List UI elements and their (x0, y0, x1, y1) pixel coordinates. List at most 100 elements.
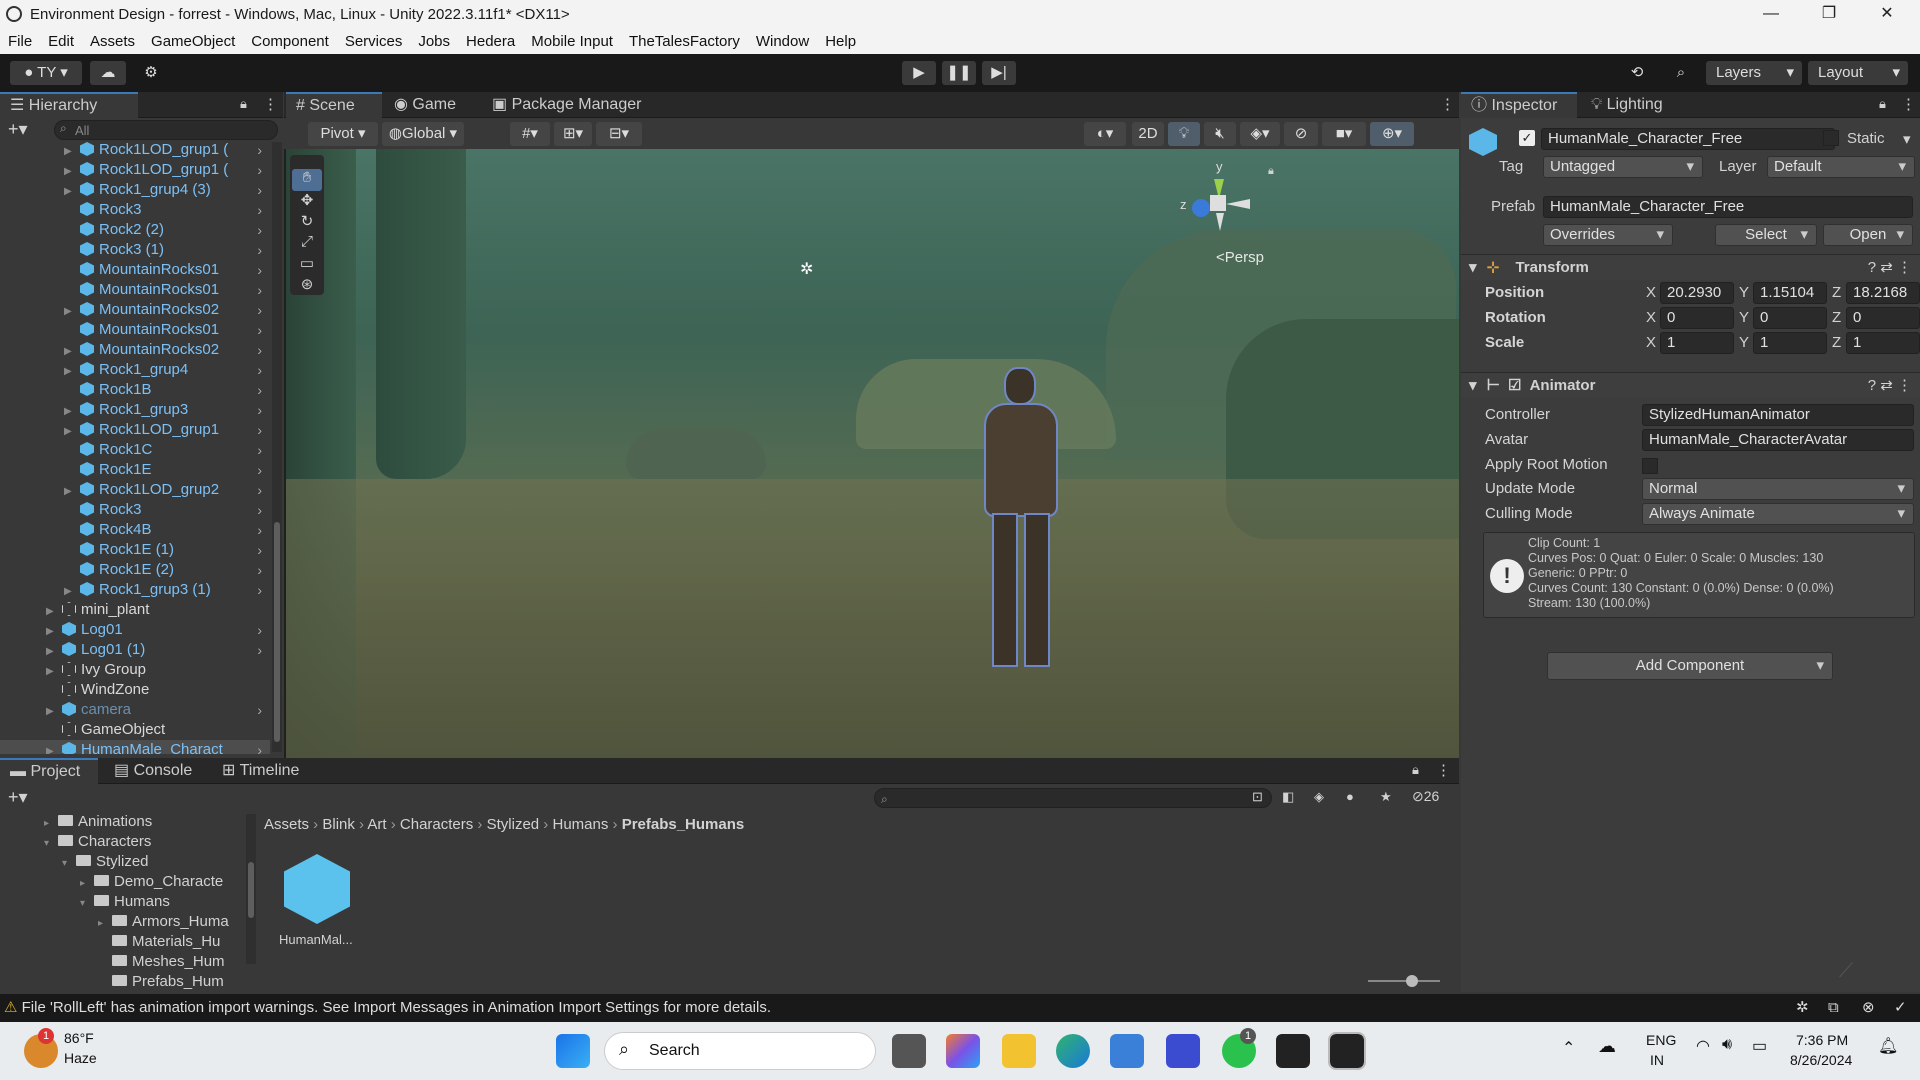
hierarchy-item[interactable]: ▶ Rock1_grup3 › (0, 400, 270, 420)
hand-tool[interactable]: ✋︎ (292, 169, 322, 191)
store-icon[interactable] (1110, 1034, 1144, 1068)
axis-z-label[interactable]: Z (1832, 284, 1841, 301)
expand-arrow-icon[interactable]: ▶ (64, 422, 74, 440)
chevron-right-icon[interactable]: › (257, 320, 262, 340)
vs-code-icon[interactable] (1166, 1034, 1200, 1068)
asset-label[interactable]: HumanMal... (279, 932, 353, 947)
lighting-toggle[interactable]: 💡︎ (1168, 122, 1200, 146)
hierarchy-item[interactable]: ▶ camera › (0, 700, 270, 720)
close-button[interactable]: ✕ (1858, 0, 1916, 28)
root-motion-checkbox[interactable] (1642, 458, 1658, 474)
expand-arrow-icon[interactable]: ▶ (46, 602, 56, 620)
tab-inspector[interactable]: ⓘ Inspector (1461, 92, 1577, 118)
static-checkbox[interactable] (1823, 130, 1839, 146)
menu-talesfactory[interactable]: TheTalesFactory (621, 33, 748, 50)
hierarchy-item[interactable]: Rock3 › (0, 500, 270, 520)
expand-arrow-icon[interactable]: ▸ (80, 874, 90, 892)
transform-position-x-field[interactable]: 20.2930 (1660, 282, 1734, 304)
scene-viewport[interactable]: ✋︎ ✥ ↻ ⤢ ▭ ⊛ ✲ y z 🔒︎ <Persp (286, 149, 1459, 760)
menu-edit[interactable]: Edit (40, 33, 82, 50)
menu-hedera[interactable]: Hedera (458, 33, 523, 50)
object-name-field[interactable]: HumanMale_Character_Free (1541, 128, 1835, 150)
breadcrumb-item[interactable]: Prefabs_Humans (622, 816, 745, 833)
axis-y-label[interactable]: Y (1739, 334, 1749, 351)
task-view-icon[interactable] (892, 1034, 926, 1068)
tree-scrollbar[interactable] (246, 814, 256, 964)
folder-item[interactable]: ▸ Armors_Huma (0, 912, 250, 932)
cloud-button[interactable]: ☁ (90, 61, 126, 85)
axis-x-label[interactable]: X (1646, 334, 1656, 351)
hierarchy-scrollbar[interactable] (272, 142, 282, 752)
step-button[interactable]: ▶| (982, 61, 1016, 85)
menu-jobs[interactable]: Jobs (410, 33, 458, 50)
wifi-icon[interactable]: ◠ (1696, 1036, 1710, 1056)
breadcrumb-item[interactable]: Characters (400, 816, 473, 833)
animator-enabled-checkbox[interactable]: ☑ (1504, 377, 1521, 394)
breadcrumb-item[interactable]: Humans (552, 816, 608, 833)
menu-file[interactable]: File (0, 33, 40, 50)
chevron-right-icon[interactable]: › (257, 640, 262, 660)
transform-scale-y-field[interactable]: 1 (1753, 332, 1827, 354)
chevron-right-icon[interactable]: › (257, 140, 262, 160)
language-label-1[interactable]: ENG (1646, 1032, 1676, 1048)
2d-toggle[interactable]: 2D (1132, 122, 1164, 146)
axis-y-label[interactable]: Y (1739, 309, 1749, 326)
axis-x-label[interactable]: X (1646, 284, 1656, 301)
expand-arrow-icon[interactable]: ▾ (80, 894, 90, 912)
maximize-button[interactable]: ❐ (1800, 0, 1858, 28)
axis-z-label[interactable]: Z (1832, 309, 1841, 326)
hierarchy-item[interactable]: Rock1C › (0, 440, 270, 460)
culling-mode-dropdown[interactable]: Always Animate (1642, 503, 1914, 525)
menu-services[interactable]: Services (337, 33, 411, 50)
chevron-right-icon[interactable]: › (257, 260, 262, 280)
expand-arrow-icon[interactable]: ▶ (64, 162, 74, 180)
start-button[interactable] (556, 1034, 590, 1068)
transform-position-z-field[interactable]: 18.2168 (1846, 282, 1920, 304)
lock-icon[interactable]: 🔒︎ (1268, 165, 1274, 178)
lock-icon[interactable]: 🔒︎ (1879, 96, 1886, 112)
chevron-right-icon[interactable]: › (257, 700, 262, 720)
hierarchy-item[interactable]: ▶ Rock1_grup4 › (0, 360, 270, 380)
tab-timeline[interactable]: ⊞ Timeline (212, 758, 309, 784)
add-icon[interactable]: +▾ (8, 119, 28, 140)
camera-dropdown[interactable]: ■▾ (1322, 122, 1366, 146)
file-explorer-icon[interactable] (1002, 1034, 1036, 1068)
menu-mobile-input[interactable]: Mobile Input (523, 33, 621, 50)
folder-item[interactable]: Materials_Hu (0, 932, 250, 952)
folder-item[interactable]: ▾ Humans (0, 892, 250, 912)
transform-position-y-field[interactable]: 1.15104 (1753, 282, 1827, 304)
chevron-right-icon[interactable]: › (257, 580, 262, 600)
chevron-right-icon[interactable]: › (257, 280, 262, 300)
menu-assets[interactable]: Assets (82, 33, 143, 50)
projection-label[interactable]: <Persp (1216, 249, 1264, 266)
hierarchy-item[interactable]: ▶ mini_plant (0, 600, 270, 620)
account-dropdown[interactable]: ● TY ▾ (10, 61, 82, 85)
hierarchy-item[interactable]: ▶ MountainRocks02 › (0, 340, 270, 360)
expand-arrow-icon[interactable]: ▶ (64, 302, 74, 320)
onedrive-icon[interactable]: ☁ (1598, 1036, 1616, 1057)
component-menu-icon[interactable]: ? ⇄ ⋮ (1868, 373, 1912, 399)
chevron-right-icon[interactable]: › (257, 500, 262, 520)
hierarchy-item[interactable]: ▶ Rock1LOD_grup2 › (0, 480, 270, 500)
kebab-menu-icon[interactable]: ⋮ (1440, 95, 1455, 113)
folder-item[interactable]: Prefabs_Hum (0, 972, 250, 992)
collab-button[interactable]: ⚙ (134, 61, 168, 85)
animator-header[interactable]: ▾ ⊢ ☑ Animator ? ⇄ ⋮ (1461, 372, 1920, 398)
controller-field[interactable]: StylizedHumanAnimator (1642, 404, 1914, 426)
hierarchy-search-input[interactable]: All (54, 120, 278, 140)
expand-arrow-icon[interactable]: ▶ (64, 402, 74, 420)
hierarchy-item[interactable]: Rock2 (2) › (0, 220, 270, 240)
kebab-menu-icon[interactable]: ⋮ (1436, 761, 1451, 779)
transform-rotation-z-field[interactable]: 0 (1846, 307, 1920, 329)
expand-arrow-icon[interactable]: ▶ (64, 362, 74, 380)
chevron-right-icon[interactable]: › (257, 180, 262, 200)
minimize-button[interactable]: — (1742, 0, 1800, 28)
layers-dropdown[interactable]: Layers ▾ (1706, 61, 1802, 85)
expand-arrow-icon[interactable]: ▶ (64, 142, 74, 160)
chevron-right-icon[interactable]: › (257, 340, 262, 360)
clock-date[interactable]: 8/26/2024 (1790, 1052, 1852, 1068)
check-icon[interactable]: ✓ (1894, 994, 1907, 1022)
hierarchy-item[interactable]: MountainRocks01 › (0, 280, 270, 300)
prefab-field[interactable]: HumanMale_Character_Free (1543, 196, 1913, 218)
filter-icon[interactable]: ◧ (1282, 789, 1294, 805)
